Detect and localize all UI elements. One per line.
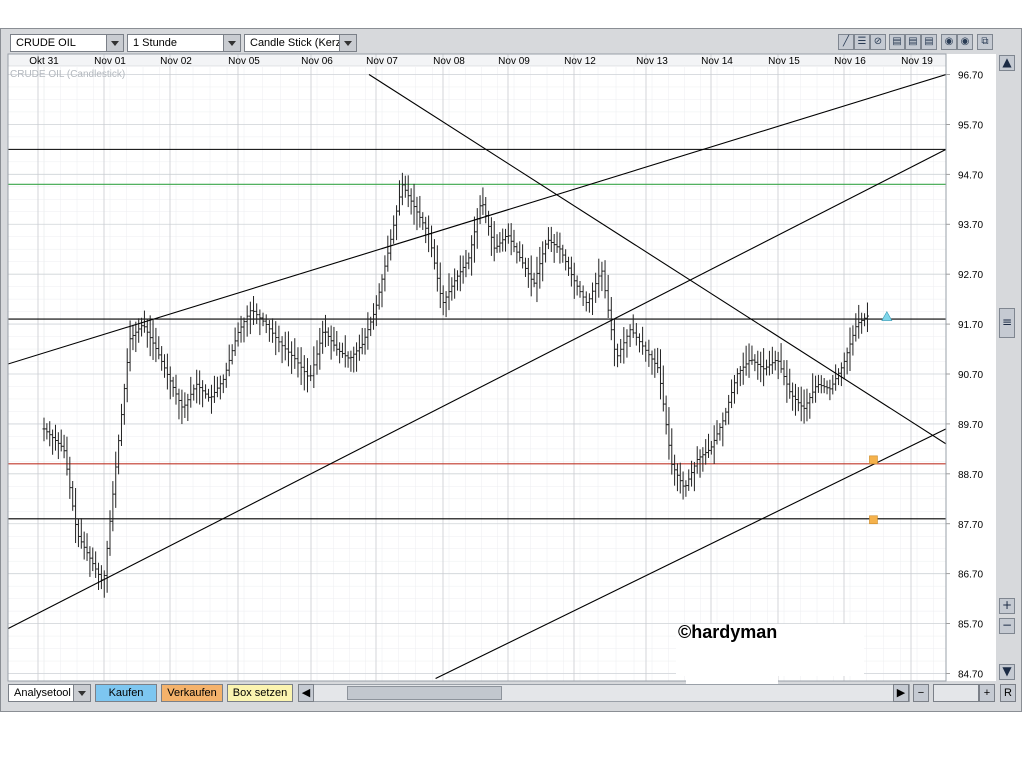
zoom-slider[interactable]: [933, 684, 979, 702]
sell-button[interactable]: Verkaufen: [161, 684, 223, 702]
settings-icon-2[interactable]: ◉: [957, 34, 973, 50]
zoom-in-icon[interactable]: +: [979, 684, 995, 702]
scroll-up-icon[interactable]: ▲: [999, 55, 1015, 71]
zoom-out-icon[interactable]: −: [913, 684, 929, 702]
chevron-down-icon[interactable]: [73, 685, 90, 701]
y-axis-panel: [946, 54, 996, 681]
interval-label: 1 Stunde: [133, 37, 178, 49]
chevron-down-icon[interactable]: [223, 35, 240, 51]
instrument-label: CRUDE OIL: [16, 37, 76, 49]
scroll-thumb[interactable]: [347, 686, 502, 700]
analysis-tool-select[interactable]: Analysetool: [8, 684, 91, 702]
interval-select[interactable]: 1 Stunde: [127, 34, 241, 52]
chart-plot-area[interactable]: [8, 54, 946, 681]
zoom-out-icon[interactable]: −: [999, 618, 1015, 634]
horizontal-scrollbar[interactable]: [298, 684, 910, 702]
fibonacci-icon[interactable]: ☰: [854, 34, 870, 50]
buy-button[interactable]: Kaufen: [95, 684, 157, 702]
scroll-left-icon[interactable]: ◀: [298, 684, 314, 702]
vertical-scrollbar[interactable]: [998, 54, 1016, 681]
chevron-down-icon[interactable]: [339, 35, 356, 51]
reset-button[interactable]: R: [1000, 684, 1016, 702]
grid-icon-3[interactable]: ▤: [921, 34, 937, 50]
detach-window-icon[interactable]: ⧉: [977, 34, 993, 50]
box-set-button[interactable]: Box setzen: [227, 684, 293, 702]
scroll-right-icon[interactable]: ▶: [893, 684, 909, 702]
instrument-select[interactable]: CRUDE OIL: [10, 34, 124, 52]
grid-icon-2[interactable]: ▤: [905, 34, 921, 50]
chart-type-label: Candle Stick (Kerze: [250, 37, 342, 49]
chevron-down-icon[interactable]: [106, 35, 123, 51]
watermark: ©hardyman: [678, 622, 778, 642]
zoom-in-icon[interactable]: +: [999, 598, 1015, 614]
analysis-tool-label: Analysetool: [14, 687, 71, 699]
line-tool-icon[interactable]: ╱: [838, 34, 854, 50]
no-draw-icon[interactable]: ⊘: [870, 34, 886, 50]
scroll-down-icon[interactable]: ▼: [999, 664, 1015, 680]
settings-icon-1[interactable]: ◉: [941, 34, 957, 50]
scroll-thumb[interactable]: ≡: [999, 308, 1015, 338]
grid-icon-1[interactable]: ▤: [889, 34, 905, 50]
chart-type-select[interactable]: Candle Stick (Kerze: [244, 34, 357, 52]
